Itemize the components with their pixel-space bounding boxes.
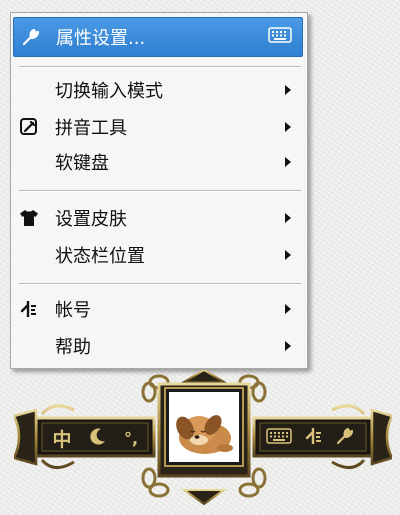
menu-separator — [19, 283, 301, 285]
menu-item-help[interactable]: 帮助 — [13, 329, 303, 363]
submenu-arrow-icon — [285, 85, 291, 95]
menu-item-label: 状态栏位置 — [55, 246, 145, 267]
menu-item-label: 帐号 — [55, 300, 91, 321]
menu-item-properties[interactable]: 属性设置... — [13, 17, 303, 57]
account-icon — [304, 426, 324, 450]
full-half-width-button[interactable] — [86, 426, 110, 450]
ime-status-bar[interactable]: 中 °, — [14, 370, 392, 510]
settings-button[interactable] — [332, 426, 356, 450]
menu-item-statusbar-position[interactable]: 状态栏位置 — [13, 238, 303, 272]
menu-item-label: 切换输入模式 — [55, 81, 163, 102]
menu-item-label: 拼音工具 — [55, 118, 127, 139]
submenu-arrow-icon — [285, 341, 291, 351]
account-button[interactable] — [302, 426, 326, 450]
pinyin-tool-icon — [19, 117, 39, 137]
menu-item-label: 设置皮肤 — [55, 209, 127, 230]
menu-item-switch-input-mode[interactable]: 切换输入模式 — [13, 73, 303, 107]
menu-item-soft-keyboard[interactable]: 软键盘 — [13, 145, 303, 179]
tshirt-icon — [19, 208, 39, 228]
submenu-arrow-icon — [285, 213, 291, 223]
soft-keyboard-button[interactable] — [264, 426, 294, 450]
submenu-arrow-icon — [285, 157, 291, 167]
submenu-arrow-icon — [285, 122, 291, 132]
moon-icon — [88, 426, 108, 450]
keyboard-icon — [266, 428, 292, 448]
wrench-icon — [334, 426, 354, 450]
menu-separator — [19, 190, 301, 192]
menu-item-label: 软键盘 — [55, 153, 109, 174]
ime-context-menu: 属性设置... 切换输入模式 拼音工具 软键盘 设置皮肤 状态栏位置 帐号 帮助 — [10, 12, 308, 369]
menu-item-pinyin-tools[interactable]: 拼音工具 — [13, 110, 303, 144]
submenu-arrow-icon — [285, 304, 291, 314]
wrench-icon — [20, 27, 40, 47]
menu-item-set-skin[interactable]: 设置皮肤 — [13, 201, 303, 235]
menu-item-label: 属性设置... — [56, 28, 146, 49]
account-icon — [19, 299, 39, 319]
keyboard-icon — [268, 27, 292, 47]
menu-item-account[interactable]: 帐号 — [13, 292, 303, 326]
punctuation-button[interactable]: °, — [116, 426, 146, 450]
puppy-image — [169, 392, 239, 462]
chinese-mode-button[interactable]: 中 — [48, 426, 76, 451]
menu-item-label: 帮助 — [55, 337, 91, 358]
menu-separator — [19, 66, 301, 68]
submenu-arrow-icon — [285, 250, 291, 260]
skin-avatar[interactable] — [166, 389, 242, 465]
